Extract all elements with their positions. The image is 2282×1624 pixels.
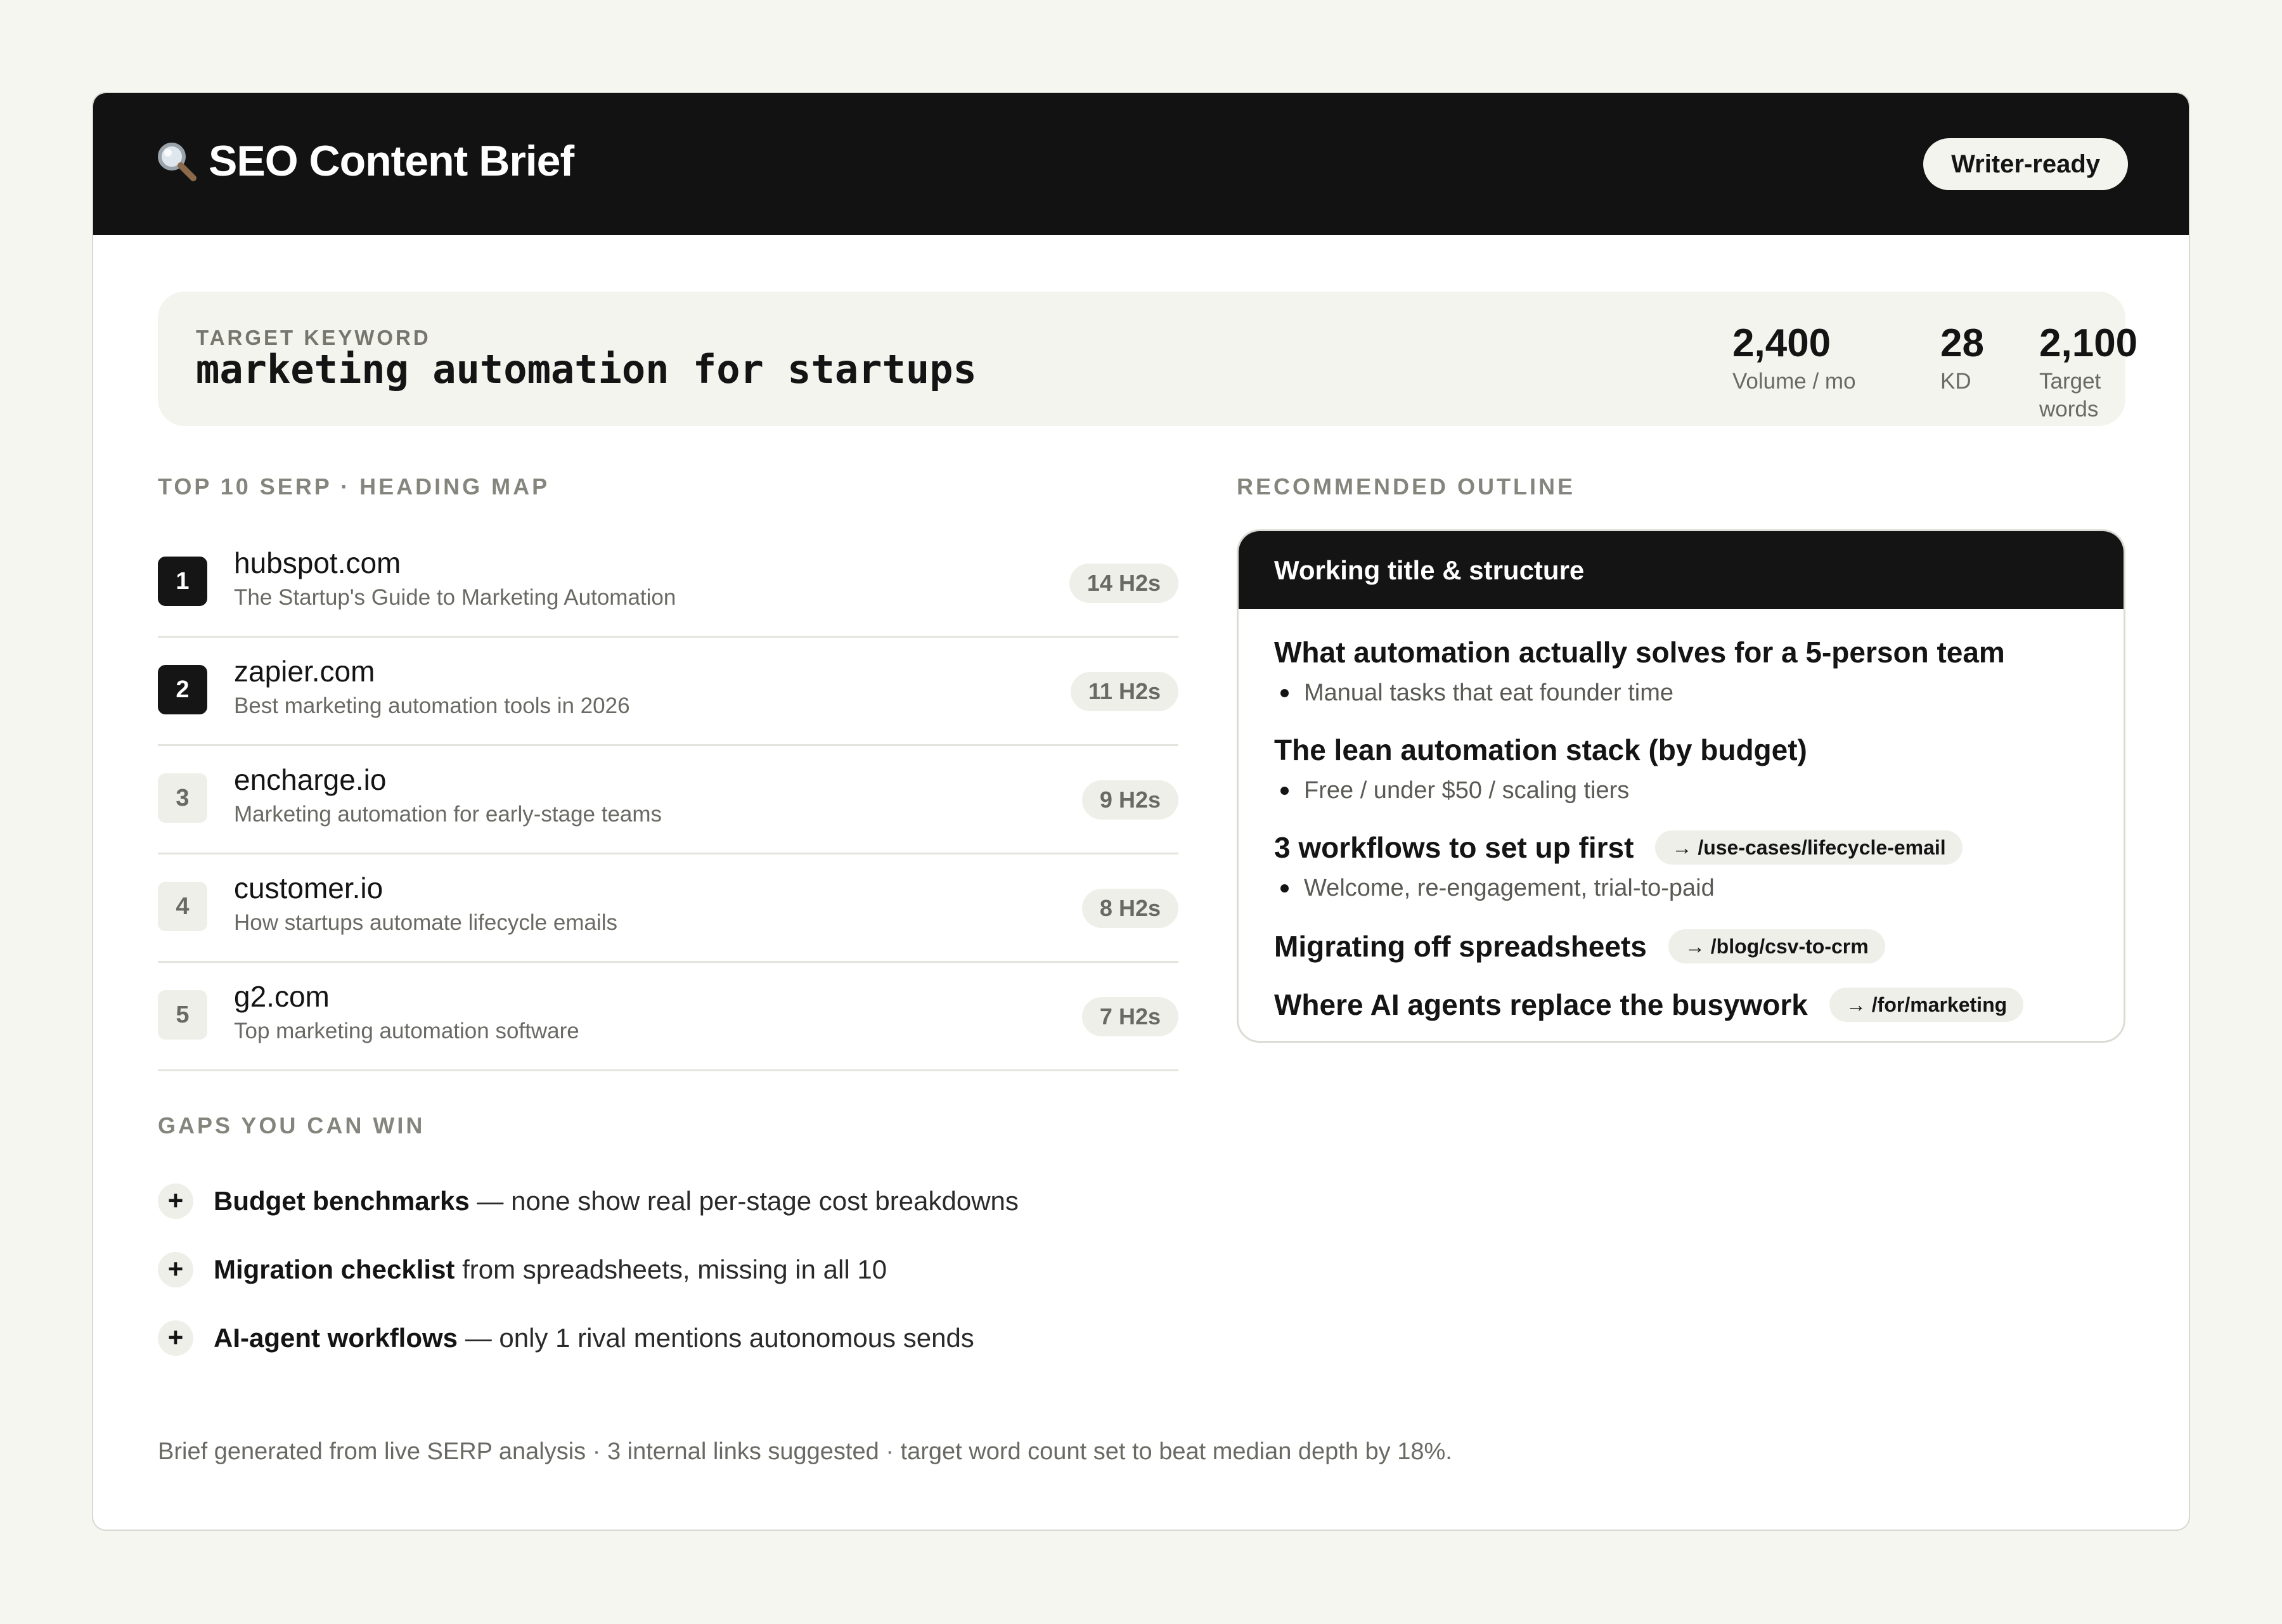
rank-badge: 4 [158,882,207,931]
header-bar: SEO Content Brief Writer-ready [93,93,2189,235]
serp-row[interactable]: 5 g2.com Top marketing automation software… [158,963,1178,1071]
h2-count-pill: 8 H2s [1081,889,1178,928]
rank-badge: 3 [158,773,207,823]
metric-volume: 2,400 Volume / mo [1732,319,1856,396]
metric-kd: 28 KD [1940,319,1984,396]
gap-title: Budget benchmarks [214,1186,470,1216]
serp-domain[interactable]: zapier.com [234,654,375,688]
plus-icon: + [158,1183,193,1219]
serp-row[interactable]: 3 encharge.io Marketing automation for ear… [158,746,1178,854]
gap-title: Migration checklist [214,1254,455,1284]
serp-page-title: The Startup's Guide to Marketing Automat… [234,585,676,610]
serp-page-title: How startups automate lifecycle emails [234,910,617,935]
outline-section-label: RECOMMENDED OUTLINE [1237,474,1575,499]
serp-row[interactable]: 4 customer.io How startups automate lifecy… [158,854,1178,963]
h2-count-pill: 7 H2s [1081,997,1178,1036]
internal-link-pill[interactable]: → /use-cases/lifecycle-email [1655,830,1963,865]
outline-bullet-text: Free / under $50 / scaling tiers [1304,777,1630,804]
serp-page-title: Marketing automation for early-stage tea… [234,802,662,827]
gap-detail: — only 1 rival mentions autonomous sends [458,1323,974,1353]
internal-link-pill[interactable]: → /for/marketing [1829,988,2024,1022]
outline-bullet-text: Manual tasks that eat founder time [1304,680,1673,706]
h2-count-pill: 9 H2s [1081,780,1178,820]
target-keyword-value: marketing automation for startups [196,346,977,392]
outline-heading: What automation actually solves for a 5-… [1274,635,2005,669]
serp-page-title: Best marketing automation tools in 2026 [234,693,630,718]
outline-heading-text: Where AI agents replace the busywork [1274,988,1808,1021]
metric-kd-value: 28 [1940,321,1984,365]
gap-detail: — none show real per-stage cost breakdow… [469,1186,1019,1216]
gap-text: Migration checklist from spreadsheets, m… [214,1254,887,1285]
serp-domain[interactable]: customer.io [234,871,383,905]
outline-bullet: Welcome, re-engagement, trial-to-paid [1280,875,1715,902]
h2-count-pill: 11 H2s [1070,672,1178,711]
metric-target-words: 2,100 Target words [2039,319,2137,423]
serp-domain[interactable]: encharge.io [234,763,386,797]
gap-text: AI-agent workflows — only 1 rival mentio… [214,1323,974,1353]
outline-heading: 3 workflows to set up first → /use-cases/… [1274,830,1963,865]
metric-volume-value: 2,400 [1732,321,1831,365]
outline-heading-text: The lean automation stack (by budget) [1274,733,1807,766]
serp-domain[interactable]: g2.com [234,979,330,1014]
plus-icon: + [158,1320,193,1356]
bullet-dot-icon [1280,884,1289,893]
bullet-dot-icon [1280,787,1289,795]
outline-heading: The lean automation stack (by budget) [1274,733,1807,767]
outline-bullet: Free / under $50 / scaling tiers [1280,777,1629,804]
rank-badge: 5 [158,990,207,1040]
plus-icon: + [158,1252,193,1287]
page-title: SEO Content Brief [154,136,574,186]
status-badge: Writer-ready [1923,138,2128,190]
outline-heading-text: What automation actually solves for a 5-… [1274,636,2005,669]
outline-bullet: Manual tasks that eat founder time [1280,680,1673,707]
metric-kd-label: KD [1940,369,1971,394]
internal-link-pill[interactable]: → /blog/csv-to-crm [1668,929,1885,963]
serp-section-label: TOP 10 SERP · HEADING MAP [158,474,550,499]
gap-item: + AI-agent workflows — only 1 rival menti… [158,1320,974,1356]
brief-card: SEO Content Brief Writer-ready TARGET KE… [92,92,2190,1531]
gap-title: AI-agent workflows [214,1323,458,1353]
rank-badge: 2 [158,665,207,714]
rank-badge: 1 [158,557,207,606]
magnifier-icon [154,139,198,183]
outline-heading: Migrating off spreadsheets → /blog/csv-to… [1274,929,1885,963]
outline-heading: Where AI agents replace the busywork → /f… [1274,988,2024,1022]
outline-heading-text: Migrating off spreadsheets [1274,930,1647,963]
metric-target-words-label: Target words [2039,369,2101,422]
gaps-section-label: GAPS YOU CAN WIN [158,1112,425,1138]
outline-panel: Working title & structure What automatio… [1237,529,2125,1043]
serp-page-title: Top marketing automation software [234,1019,579,1043]
target-keyword-panel: TARGET KEYWORD marketing automation for … [158,292,2137,426]
serp-row[interactable]: 2 zapier.com Best marketing automation too… [158,638,1178,746]
page-title-text: SEO Content Brief [209,137,574,185]
gap-item: + Budget benchmarks — none show real per-… [158,1183,1019,1219]
gap-item: + Migration checklist from spreadsheets, … [158,1252,887,1287]
serp-row[interactable]: 1 hubspot.com The Startup's Guide to Marke… [158,529,1178,638]
serp-domain[interactable]: hubspot.com [234,546,401,580]
metric-target-words-value: 2,100 [2039,321,2138,365]
gap-text: Budget benchmarks — none show real per-s… [214,1186,1019,1216]
footer-note: Brief generated from live SERP analysis … [158,1438,1452,1465]
gap-detail: from spreadsheets, missing in all 10 [454,1254,887,1284]
h2-count-pill: 14 H2s [1069,564,1178,603]
metric-volume-label: Volume / mo [1732,369,1856,394]
bullet-dot-icon [1280,689,1289,697]
outline-bullet-text: Welcome, re-engagement, trial-to-paid [1304,875,1715,901]
outline-heading-text: 3 workflows to set up first [1274,831,1634,864]
outline-head: Working title & structure [1239,531,2124,609]
